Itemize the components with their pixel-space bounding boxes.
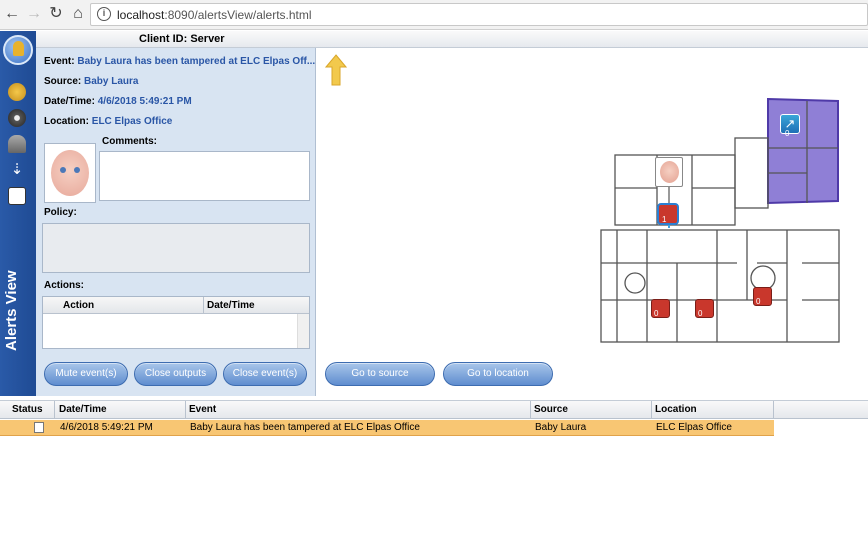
client-id-label: Client ID: Server: [139, 33, 225, 45]
actions-scrollbar[interactable]: [297, 314, 309, 348]
close-events-button[interactable]: Close event(s): [223, 362, 307, 386]
policy-box: [42, 223, 310, 273]
url-text: localhost:8090/alertsView/alerts.html: [117, 8, 312, 22]
go-to-location-button[interactable]: Go to location: [443, 362, 553, 386]
report-check-icon[interactable]: [8, 187, 26, 205]
settings-gears-icon[interactable]: [8, 83, 26, 101]
alerts-view-title: Alerts View: [3, 270, 20, 351]
map-badge-count: 0: [654, 309, 659, 318]
location-field: Location: ELC Elpas Office: [44, 116, 173, 127]
address-bar[interactable]: i localhost:8090/alertsView/alerts.html: [90, 3, 868, 26]
actions-table-header: Action Date/Time: [43, 297, 309, 314]
col-datetime[interactable]: Date/Time: [59, 404, 107, 415]
col-location[interactable]: Location: [655, 404, 697, 415]
actions-label: Actions:: [44, 280, 84, 291]
source-photo-pin[interactable]: [655, 157, 683, 187]
event-details-panel: Event: Baby Laura has been tampered at E…: [36, 48, 316, 396]
events-grid: Status Date/Time Event Source Location 4…: [0, 400, 868, 534]
alarm-tag-icon[interactable]: 0: [695, 299, 714, 318]
back-arrow-icon[interactable]: ←: [2, 4, 22, 24]
speaker-icon[interactable]: [8, 109, 26, 127]
map-badge-count: 0: [698, 309, 703, 318]
source-field: Source: Baby Laura: [44, 76, 139, 87]
alarm-tag-icon[interactable]: 0: [651, 299, 670, 318]
forward-arrow-icon[interactable]: →: [24, 4, 44, 24]
row-datetime: 4/6/2018 5:49:21 PM: [60, 422, 153, 433]
download-arrow-icon[interactable]: ⇣: [8, 161, 26, 179]
table-row[interactable]: 4/6/2018 5:49:21 PM Baby Laura has been …: [0, 420, 774, 436]
col-source[interactable]: Source: [534, 404, 568, 415]
floor-plan: [600, 97, 840, 343]
map-badge-count: 0: [756, 297, 761, 306]
row-source: Baby Laura: [535, 422, 587, 433]
map-badge-count: 1: [662, 215, 667, 224]
actions-col-action[interactable]: Action: [63, 300, 94, 311]
source-photo: [44, 143, 96, 203]
row-location: ELC Elpas Office: [656, 422, 732, 433]
alerts-bell-button[interactable]: [3, 35, 33, 65]
col-status[interactable]: Status: [12, 404, 43, 415]
floor-map-area[interactable]: 1 ↗ 0 0 0 0 Go to source Go to location: [317, 48, 868, 396]
baby-face-icon: [660, 161, 679, 183]
comments-label: Comments:: [102, 136, 158, 147]
event-field: Event: Baby Laura has been tampered at E…: [44, 56, 316, 67]
zone-exit-icon[interactable]: ↗: [780, 114, 800, 134]
reload-icon[interactable]: ↻: [46, 4, 66, 24]
home-icon[interactable]: ⌂: [68, 4, 88, 24]
left-toolbar: ⇣ Alerts View: [0, 31, 36, 396]
close-outputs-button[interactable]: Close outputs: [134, 362, 217, 386]
bell-icon: [13, 41, 24, 56]
mute-events-button[interactable]: Mute event(s): [44, 362, 128, 386]
status-notepad-icon: [34, 422, 44, 433]
actions-col-datetime[interactable]: Date/Time: [207, 300, 255, 311]
row-event: Baby Laura has been tampered at ELC Elpa…: [190, 422, 420, 433]
datetime-field: Date/Time: 4/6/2018 5:49:21 PM: [44, 96, 192, 107]
camera-icon[interactable]: [8, 135, 26, 153]
app-header: Client ID: Server: [36, 31, 868, 48]
selected-zone[interactable]: [767, 97, 839, 205]
alarm-tag-icon[interactable]: 0: [753, 287, 772, 306]
go-to-source-button[interactable]: Go to source: [325, 362, 435, 386]
alarm-tag-icon[interactable]: 1: [657, 203, 679, 225]
actions-table: Action Date/Time: [42, 296, 310, 349]
map-badge-count: 0: [785, 129, 790, 138]
comments-textarea[interactable]: [99, 151, 310, 201]
info-icon[interactable]: i: [97, 7, 111, 21]
policy-label: Policy:: [44, 207, 77, 218]
browser-toolbar: ← → ↻ ⌂ i localhost:8090/alertsView/aler…: [0, 0, 868, 30]
events-grid-header: Status Date/Time Event Source Location: [0, 401, 868, 419]
baby-face-icon: [51, 150, 89, 196]
col-event[interactable]: Event: [189, 404, 216, 415]
